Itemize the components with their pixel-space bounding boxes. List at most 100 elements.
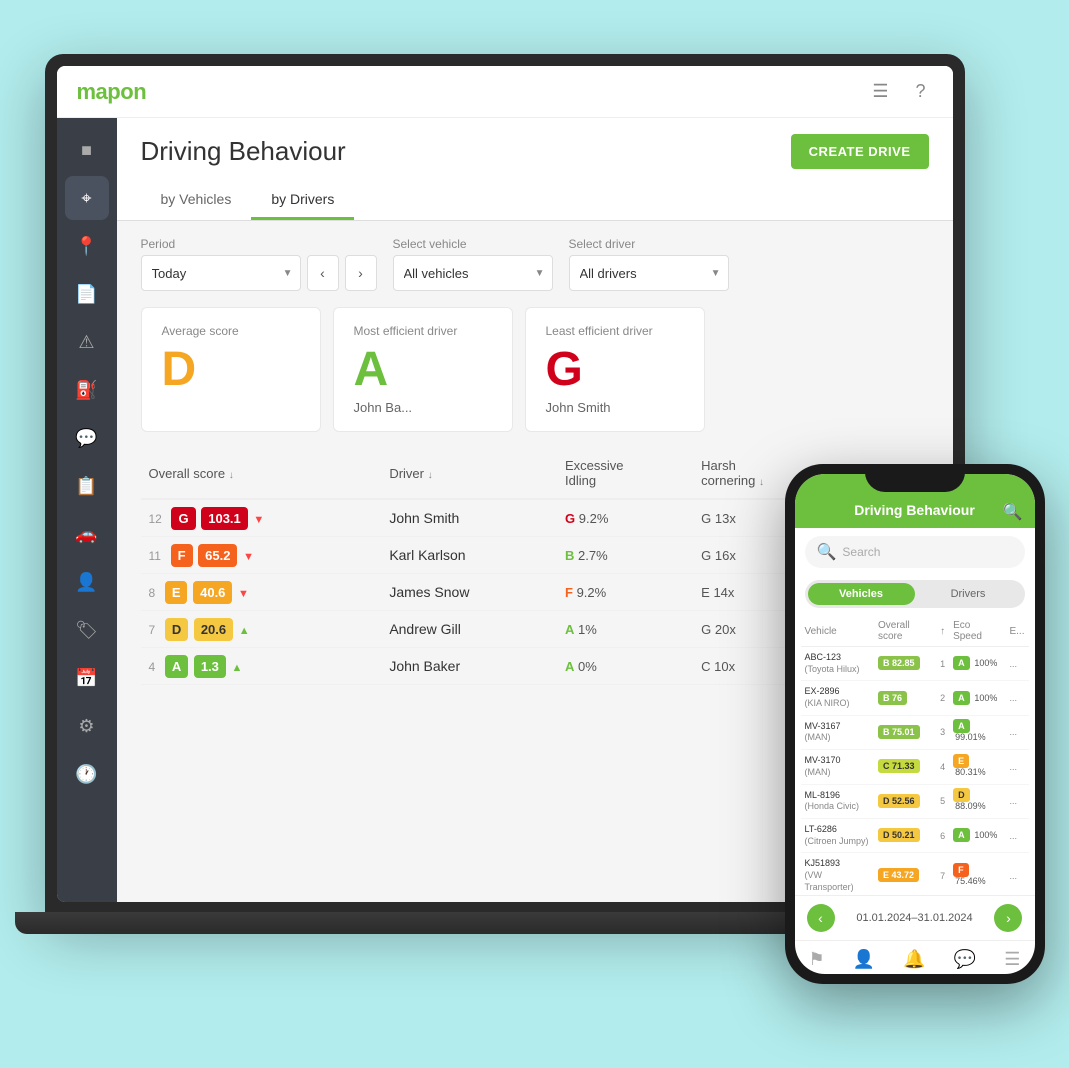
sidebar-item-tasks[interactable]: 📋 — [65, 464, 109, 508]
phone-cell-score: D 52.56 — [874, 784, 936, 818]
phone-cell-vehicle: MV-3167(MAN) — [801, 715, 874, 749]
phone-col-vehicle: Vehicle — [801, 616, 874, 647]
sidebar-item-reports[interactable]: 📄 — [65, 272, 109, 316]
driver-select[interactable]: All drivers — [569, 255, 729, 291]
phone-search-bar[interactable]: 🔍 Search — [805, 536, 1025, 568]
phone-search-placeholder: Search — [842, 545, 880, 559]
phone-cell-score: B 75.01 — [874, 715, 936, 749]
phone-col-rank: ↑ — [936, 616, 949, 647]
sidebar-item-map[interactable]: ⌖ — [65, 176, 109, 220]
tab-by-vehicles[interactable]: by Vehicles — [141, 181, 252, 220]
phone-prev-button[interactable]: ‹ — [807, 904, 835, 932]
period-prev-button[interactable]: ‹ — [307, 255, 339, 291]
phone-date-range: 01.01.2024–31.01.2024 — [856, 912, 972, 924]
phone-nav-chat-icon[interactable]: 💬 — [954, 949, 976, 970]
cell-idling: A 1% — [557, 611, 693, 648]
cell-idling: A 0% — [557, 648, 693, 685]
col-overall-score[interactable]: Overall score ↓ — [141, 448, 382, 499]
least-efficient-label: Least efficient driver — [546, 324, 684, 338]
phone-notch — [865, 464, 965, 492]
phone-cell-rank: 4 — [936, 750, 949, 784]
phone-cell-rank: 1 — [936, 647, 949, 681]
phone-cell-rank: 3 — [936, 715, 949, 749]
content-header: Driving Behaviour CREATE DRIVE by Vehicl… — [117, 118, 953, 221]
phone-nav-bell-icon[interactable]: 🔔 — [903, 949, 925, 970]
sidebar-item-vehicles[interactable]: 🚗 — [65, 512, 109, 556]
cell-num: 7 D 20.6 ▲ — [141, 611, 382, 648]
phone-table-row: KJ51893(VW Transporter) E 43.72 7 F 75.4… — [801, 853, 1029, 895]
phone-bottom-nav: ⚑ 👤 🔔 💬 ☰ — [795, 940, 1035, 974]
cell-idling: F 9.2% — [557, 574, 693, 611]
vehicle-select-wrap: All vehicles ▼ — [393, 255, 553, 291]
most-efficient-name: John Ba... — [354, 400, 492, 415]
period-filter-group: Period Today Yesterday This week This mo… — [141, 237, 377, 291]
period-select[interactable]: Today Yesterday This week This month — [141, 255, 301, 291]
sidebar-item-tags[interactable]: 🏷 — [65, 608, 109, 652]
phone-screen: Driving Behaviour 🔍 🔍 Search Vehicles Dr… — [795, 474, 1035, 974]
phone-cell-rank: 5 — [936, 784, 949, 818]
phone-tab-vehicles[interactable]: Vehicles — [808, 583, 915, 605]
period-select-wrap: Today Yesterday This week This month ▼ — [141, 255, 301, 291]
phone-table-row: ML-8196(Honda Civic) D 52.56 5 D 88.09% … — [801, 784, 1029, 818]
period-next-button[interactable]: › — [345, 255, 377, 291]
sidebar-item-fuel[interactable]: ⛽ — [65, 368, 109, 412]
phone-nav-person-icon[interactable]: 👤 — [853, 949, 875, 970]
topbar-icons: ☰ ? — [869, 80, 933, 104]
tab-by-drivers[interactable]: by Drivers — [251, 181, 354, 220]
cell-idling: G 9.2% — [557, 499, 693, 537]
sidebar-item-calendar[interactable]: 📅 — [65, 656, 109, 700]
phone-tabs: Vehicles Drivers — [805, 580, 1025, 608]
cell-num: 4 A 1.3 ▲ — [141, 648, 382, 685]
average-score-grade: D — [162, 346, 300, 394]
sidebar-item-routes[interactable]: 📍 — [65, 224, 109, 268]
sidebar-item-messages[interactable]: 💬 — [65, 416, 109, 460]
phone-cell-extra: ... — [1005, 750, 1028, 784]
period-label: Period — [141, 237, 377, 251]
col-excessive-idling[interactable]: ExcessiveIdling — [557, 448, 693, 499]
scene: mapon ☰ ? ■ ⌖ 📍 📄 ⚠ ⛽ 💬 📋 — [45, 54, 1025, 1014]
logo-text: map — [77, 79, 121, 104]
phone-col-eco-speed: Eco Speed — [949, 616, 1005, 647]
phone-col-score: Overall score — [874, 616, 936, 647]
phone-nav-map-icon[interactable]: ⚑ — [809, 949, 825, 970]
sidebar-item-alerts[interactable]: ⚠ — [65, 320, 109, 364]
sidebar-item-dashboard[interactable]: ■ — [65, 128, 109, 172]
average-score-card: Average score D — [141, 307, 321, 432]
phone-vehicles-table: Vehicle Overall score ↑ Eco Speed E... A… — [801, 616, 1029, 895]
phone-title: Driving Behaviour — [854, 502, 975, 518]
phone-cell-score: D 50.21 — [874, 818, 936, 852]
vehicle-select[interactable]: All vehicles — [393, 255, 553, 291]
page-title: Driving Behaviour — [141, 136, 346, 167]
phone-cell-rank: 7 — [936, 853, 949, 895]
cell-driver: John Smith — [381, 499, 557, 537]
sidebar-item-history[interactable]: 🕐 — [65, 752, 109, 796]
sidebar-item-drivers[interactable]: 👤 — [65, 560, 109, 604]
phone-next-button[interactable]: › — [994, 904, 1022, 932]
logo-n: n — [133, 79, 146, 104]
phone-cell-eco: A 99.01% — [949, 715, 1005, 749]
create-drive-button[interactable]: CREATE DRIVE — [791, 134, 929, 169]
phone-cell-vehicle: EX-2896(KIA NIRO) — [801, 681, 874, 715]
help-icon[interactable]: ? — [909, 80, 933, 104]
phone-search-icon[interactable]: 🔍 — [1003, 502, 1023, 522]
cell-driver: Karl Karlson — [381, 537, 557, 574]
menu-icon[interactable]: ☰ — [869, 80, 893, 104]
phone-cell-rank: 2 — [936, 681, 949, 715]
cell-num: 8 E 40.6 ▼ — [141, 574, 382, 611]
phone-cell-rank: 6 — [936, 818, 949, 852]
col-driver[interactable]: Driver ↓ — [381, 448, 557, 499]
laptop-topbar: mapon ☰ ? — [57, 66, 953, 118]
phone-cell-score: B 82.85 — [874, 647, 936, 681]
phone-table-row: MV-3170(MAN) C 71.33 4 E 80.31% ... — [801, 750, 1029, 784]
cell-driver: John Baker — [381, 648, 557, 685]
phone-cell-eco: A 100% — [949, 681, 1005, 715]
phone-cell-score: B 76 — [874, 681, 936, 715]
phone-nav-menu-icon[interactable]: ☰ — [1004, 949, 1020, 970]
phone-table-row: EX-2896(KIA NIRO) B 76 2 A 100% ... — [801, 681, 1029, 715]
sidebar-item-settings[interactable]: ⚙ — [65, 704, 109, 748]
phone-tab-drivers[interactable]: Drivers — [915, 583, 1022, 605]
driver-select-wrap: All drivers ▼ — [569, 255, 729, 291]
phone-table-wrap: Vehicle Overall score ↑ Eco Speed E... A… — [795, 616, 1035, 895]
least-efficient-name: John Smith — [546, 400, 684, 415]
logo-highlight: o — [120, 79, 133, 104]
